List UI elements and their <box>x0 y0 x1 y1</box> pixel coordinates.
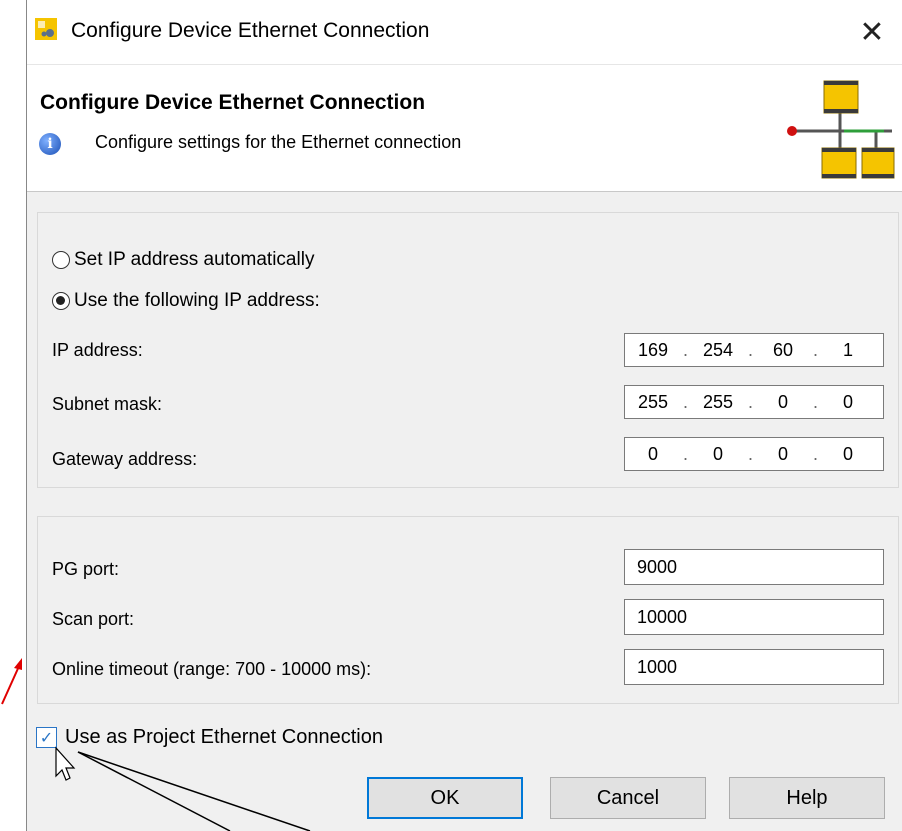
pg-port-label: PG port: <box>52 559 120 579</box>
ip-octet-3[interactable]: 60 <box>755 340 811 361</box>
gateway-octet-4[interactable]: 0 <box>820 444 876 465</box>
gateway-octet-3[interactable]: 0 <box>755 444 811 465</box>
project-ethernet-checkbox-row[interactable]: ✓ Use as Project Ethernet Connection <box>36 726 383 749</box>
help-button[interactable]: Help <box>729 777 885 819</box>
gateway-octet-1[interactable]: 0 <box>625 444 681 465</box>
radio-button-checked[interactable] <box>52 292 70 310</box>
pg-port-input[interactable]: 9000 <box>624 549 884 585</box>
port-settings-group: PG port: 9000 Scan port: 10000 Online ti… <box>37 516 899 704</box>
red-arrowhead-icon <box>14 658 22 670</box>
subnet-octet-4[interactable]: 0 <box>820 392 876 413</box>
header-description: Configure settings for the Ethernet conn… <box>95 132 462 152</box>
subnet-octet-1[interactable]: 255 <box>625 392 681 413</box>
ip-octet-4[interactable]: 1 <box>820 340 876 361</box>
ip-address-label: IP address: <box>52 340 143 360</box>
title-bar: Configure Device Ethernet Connection ✕ <box>27 0 902 64</box>
window-title: Configure Device Ethernet Connection <box>71 19 430 42</box>
subnet-mask-input[interactable]: 255. 255. 0. 0 <box>624 385 884 419</box>
ok-button[interactable]: OK <box>367 777 523 819</box>
close-button[interactable]: ✕ <box>842 0 902 64</box>
ip-address-input[interactable]: 169. 254. 60. 1 <box>624 333 884 367</box>
dialog-header: Configure Device Ethernet Connection i C… <box>27 64 902 192</box>
ip-octet-1[interactable]: 169 <box>625 340 681 361</box>
project-ethernet-checkbox[interactable]: ✓ <box>36 727 57 748</box>
app-icon <box>35 18 57 40</box>
cancel-button[interactable]: Cancel <box>550 777 706 819</box>
info-icon: i <box>39 133 61 155</box>
header-title: Configure Device Ethernet Connection <box>40 91 426 114</box>
configure-ethernet-dialog: Configure Device Ethernet Connection ✕ C… <box>26 0 902 831</box>
checkmark-icon: ✓ <box>39 729 54 747</box>
radio-button-unchecked[interactable] <box>52 251 70 269</box>
project-ethernet-label: Use as Project Ethernet Connection <box>65 726 383 748</box>
network-devices-icon <box>787 80 895 179</box>
radio-manual-ip-label: Use the following IP address: <box>74 290 320 311</box>
gateway-address-input[interactable]: 0. 0. 0. 0 <box>624 437 884 471</box>
gateway-address-label: Gateway address: <box>52 449 198 469</box>
ip-address-group: Set IP address automatically Use the fol… <box>37 212 899 488</box>
online-timeout-input[interactable]: 1000 <box>624 649 884 685</box>
subnet-mask-label: Subnet mask: <box>52 394 163 414</box>
subnet-octet-3[interactable]: 0 <box>755 392 811 413</box>
radio-auto-ip-label: Set IP address automatically <box>74 249 315 270</box>
close-icon: ✕ <box>859 15 885 49</box>
subnet-octet-2[interactable]: 255 <box>690 392 746 413</box>
radio-auto-ip[interactable]: Set IP address automatically <box>52 249 314 271</box>
ip-octet-2[interactable]: 254 <box>690 340 746 361</box>
scan-port-label: Scan port: <box>52 609 135 629</box>
online-timeout-label: Online timeout (range: 700 - 10000 ms): <box>52 659 372 679</box>
gateway-octet-2[interactable]: 0 <box>690 444 746 465</box>
radio-manual-ip[interactable]: Use the following IP address: <box>52 290 320 312</box>
scan-port-input[interactable]: 10000 <box>624 599 884 635</box>
red-annotation-arrow <box>1 663 21 705</box>
